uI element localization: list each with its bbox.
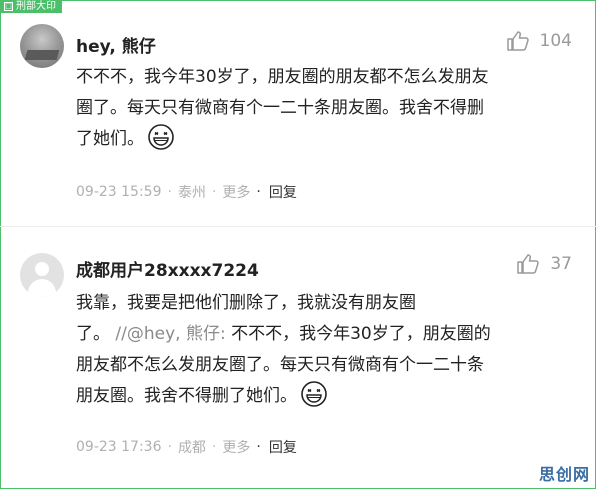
thumbs-up-icon — [517, 254, 540, 274]
avatar-head — [35, 262, 49, 276]
username[interactable]: hey, 熊仔 — [76, 32, 156, 57]
timestamp: 09-23 17:36 — [76, 439, 162, 455]
comment-meta: 09-23 17:36 · 成都 · 更多 · 回复 — [76, 437, 297, 457]
reply-button[interactable]: 回复 — [269, 437, 297, 457]
username[interactable]: 成都用户28xxxx7224 — [76, 256, 259, 281]
separator-dot: · — [167, 184, 172, 200]
comment-divider — [0, 226, 596, 227]
comment-text: 不不不，我今年30岁了，朋友圈的朋友都不怎么发朋友 圈了。每天只有微商有个一二十… — [76, 62, 576, 155]
thumbs-up-icon — [506, 31, 529, 51]
text-line: 了。 //@hey, 熊仔: 不不不，我今年30岁了，朋友圈的 — [76, 319, 576, 350]
location: 泰州 — [177, 185, 206, 201]
quote-mention[interactable]: //@hey, 熊仔: — [115, 324, 225, 344]
site-watermark: 思创网 — [538, 465, 590, 484]
avatar[interactable] — [20, 24, 64, 68]
more-link[interactable]: 更多 — [222, 182, 250, 202]
separator-dot: · — [167, 439, 172, 455]
separator-dot: · — [256, 184, 261, 200]
more-link[interactable]: 更多 — [222, 437, 250, 457]
text-line: 不不不，我今年30岁了，朋友圈的朋友都不怎么发朋友 — [76, 67, 489, 87]
like-button[interactable]: 104 — [506, 30, 572, 52]
avatar-body — [28, 279, 56, 297]
text-line: 朋友圈。我舍不得删了她们。 — [76, 381, 576, 412]
text-line-end: 朋友圈。我舍不得删了她们。 — [76, 386, 297, 406]
timestamp: 09-23 15:59 — [76, 184, 162, 200]
text-line: 圈了。每天只有微商有个一二十条朋友圈。我舍不得删 — [76, 98, 484, 118]
avatar[interactable] — [20, 253, 64, 297]
comment-text: 我靠，我要是把他们删除了，我就没有朋友圈 了。 //@hey, 熊仔: 不不不，… — [76, 288, 576, 412]
text-line: 了她们。 — [76, 124, 576, 155]
grin-emoji-icon — [148, 124, 174, 150]
top-badge: □ 刑部大印 — [0, 0, 62, 13]
text-line: 朋友都不怎么发朋友圈了。每天只有微商有个一二十条 — [76, 355, 484, 375]
stamp-icon: □ — [4, 2, 13, 11]
text-line-end: 了她们。 — [76, 129, 144, 149]
grin-emoji-icon — [301, 381, 327, 407]
location: 成都 — [177, 440, 206, 456]
like-count: 37 — [550, 254, 572, 274]
text-segment: 不不不，我今年30岁了，朋友圈的 — [231, 324, 491, 344]
text-line: 我靠，我要是把他们删除了，我就没有朋友圈 — [76, 293, 416, 313]
separator-dot: · — [256, 439, 261, 455]
badge-label: 刑部大印 — [16, 1, 56, 12]
like-count: 104 — [539, 31, 572, 51]
text-segment: 了。 — [76, 324, 110, 344]
reply-button[interactable]: 回复 — [269, 182, 297, 202]
like-button[interactable]: 37 — [516, 253, 572, 275]
separator-dot: · — [211, 184, 217, 200]
separator-dot: · — [211, 439, 217, 455]
comment-meta: 09-23 15:59 · 泰州 · 更多 · 回复 — [76, 182, 297, 202]
